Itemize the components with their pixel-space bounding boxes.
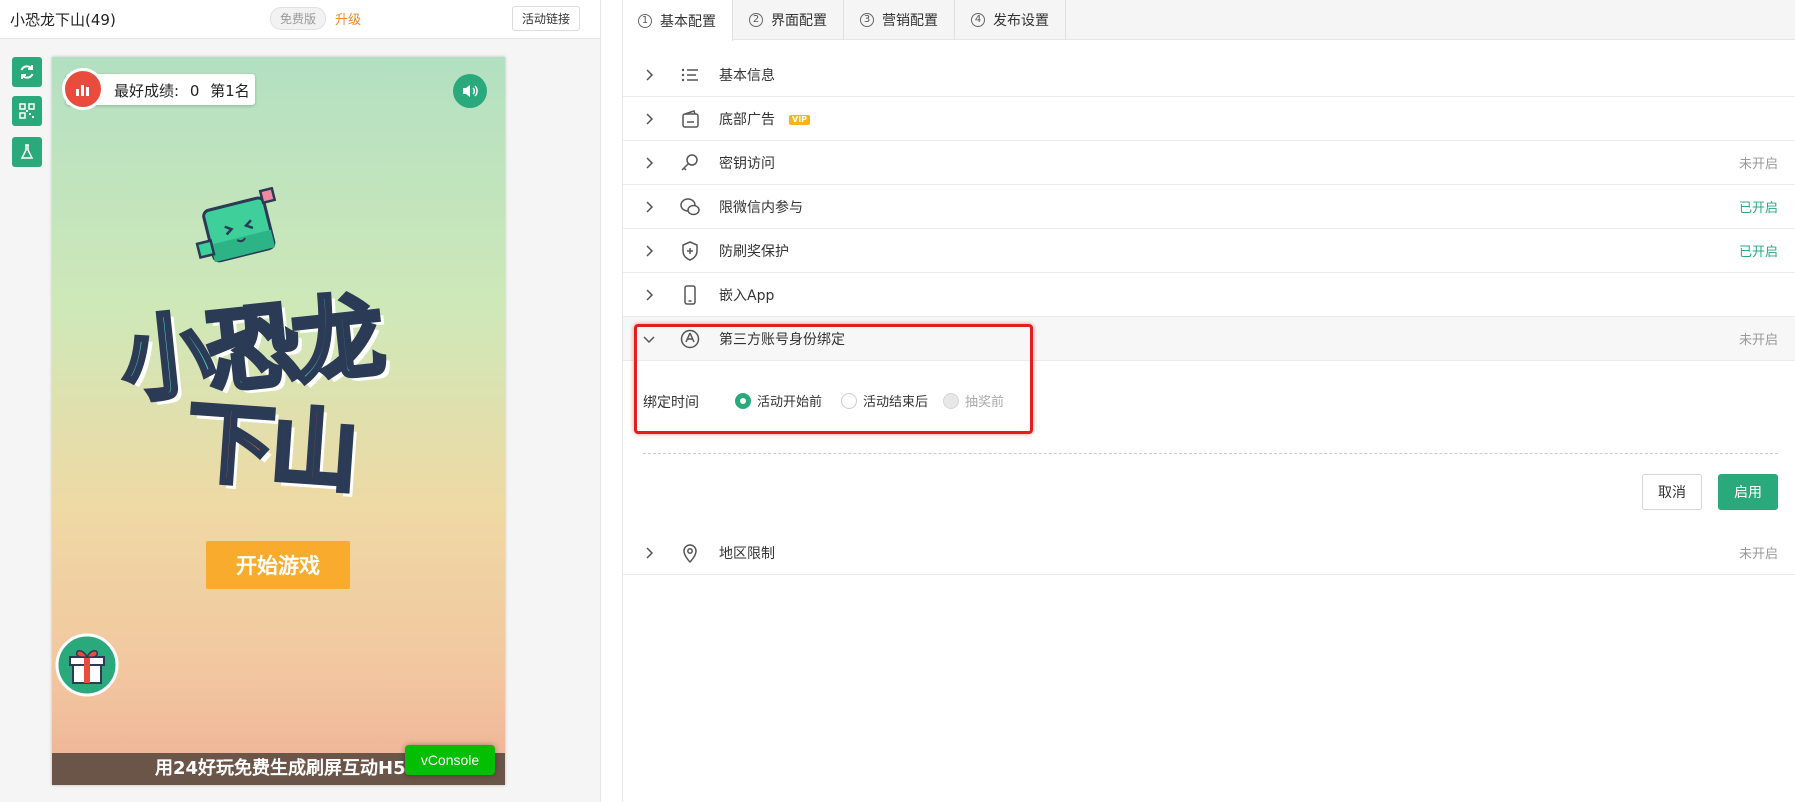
setting-label: 基本信息	[719, 67, 775, 84]
tab-number: 1	[638, 13, 652, 28]
radio-dot	[943, 392, 959, 409]
chevron-right-icon	[646, 113, 654, 125]
setting-row-basic-info[interactable]: 基本信息	[623, 53, 1795, 97]
setting-status: 已开启	[1738, 201, 1778, 216]
chevron-right-icon	[646, 289, 654, 301]
start-game-button[interactable]: 开始游戏	[206, 541, 350, 589]
gift-icon	[55, 633, 119, 697]
setting-label: 防刷奖保护	[719, 243, 789, 260]
config-panel: 1 基本配置 2 界面配置 3 营销配置 4 发布设置 基本信息 底部广告 VI…	[622, 0, 1795, 802]
tab-marketing-config[interactable]: 3 营销配置	[844, 0, 955, 40]
cancel-button[interactable]: 取消	[1642, 474, 1702, 510]
upgrade-link[interactable]: 升级	[335, 9, 361, 28]
speaker-icon	[463, 85, 478, 97]
chevron-down-icon	[643, 336, 655, 344]
list-icon	[681, 68, 698, 82]
radio-before-start[interactable]: 活动开始前	[735, 391, 822, 410]
enable-button[interactable]: 启用	[1718, 474, 1778, 510]
shield-icon	[682, 241, 698, 261]
radio-label: 活动结束后	[863, 395, 929, 410]
setting-label: 嵌入App	[719, 287, 775, 304]
setting-row-bottom-ad[interactable]: 底部广告 VIP	[623, 97, 1795, 141]
setting-label: 底部广告	[719, 111, 775, 128]
config-tabs: 1 基本配置 2 界面配置 3 营销配置 4 发布设置	[623, 0, 1795, 41]
divider	[643, 453, 1778, 454]
setting-label: 第三方账号身份绑定	[719, 331, 845, 348]
setting-row-wechat-only[interactable]: 限微信内参与 已开启	[623, 185, 1795, 229]
test-button[interactable]	[12, 137, 42, 167]
score-value: 0	[189, 82, 200, 100]
setting-label: 密钥访问	[719, 155, 775, 172]
activity-link-button[interactable]: 活动链接	[512, 6, 581, 31]
promo-text: 用24好玩免费生成刷屏互动H5	[155, 758, 406, 779]
setting-row-third-party-binding[interactable]: 第三方账号身份绑定 未开启	[623, 317, 1795, 361]
logo-line2: 下山	[181, 388, 360, 506]
chevron-right-icon	[646, 69, 654, 81]
setting-status: 未开启	[1738, 547, 1778, 562]
flask-icon	[20, 144, 34, 159]
radio-dot	[735, 392, 751, 409]
setting-row-region-limit[interactable]: 地区限制 未开启	[623, 531, 1795, 575]
score-label: 最好成绩:	[114, 82, 180, 100]
setting-row-key-access[interactable]: 密钥访问 未开启	[623, 141, 1795, 185]
setting-status: 未开启	[1738, 333, 1778, 348]
tab-number: 2	[749, 13, 763, 27]
game-preview: 最好成绩: 0 第1名 小恐龙 下山 开始游戏 用24好玩免费生成刷屏互动H5 …	[52, 57, 505, 785]
activity-title: 小恐龙下山(49)	[10, 11, 116, 29]
tab-ui-config[interactable]: 2 界面配置	[733, 0, 844, 40]
binding-settings-panel: 绑定时间 活动开始前 活动结束后 抽奖前 取消 启用	[623, 362, 1795, 532]
tab-publish-settings[interactable]: 4 发布设置	[955, 0, 1066, 40]
radio-dot	[841, 392, 857, 409]
qrcode-button[interactable]	[12, 96, 42, 126]
gift-button[interactable]	[55, 633, 119, 697]
tab-number: 3	[860, 13, 874, 27]
game-logo: 小恐龙 下山	[112, 186, 442, 527]
chevron-right-icon	[646, 547, 654, 559]
setting-label: 地区限制	[719, 545, 775, 562]
chevron-right-icon	[646, 245, 654, 257]
radio-after-end[interactable]: 活动结束后	[841, 391, 928, 410]
tab-label: 发布设置	[993, 13, 1049, 29]
preview-header: 小恐龙下山(49) 免费版 升级 活动链接	[0, 0, 600, 39]
qrcode-icon	[19, 103, 35, 119]
tab-basic-config[interactable]: 1 基本配置	[623, 0, 733, 41]
wechat-icon	[680, 198, 700, 216]
ad-icon	[682, 110, 699, 128]
best-score-text: 最好成绩: 0 第1名	[114, 80, 250, 101]
tab-label: 营销配置	[882, 13, 938, 29]
preview-panel: 小恐龙下山(49) 免费版 升级 活动链接 最好成绩: 0 第1名 小恐龙 下山…	[0, 0, 601, 802]
tab-label: 基本配置	[660, 13, 716, 30]
key-icon	[681, 154, 698, 171]
sound-button[interactable]	[453, 74, 487, 108]
chevron-right-icon	[646, 201, 654, 213]
setting-row-embed-app[interactable]: 嵌入App	[623, 273, 1795, 317]
location-icon	[683, 544, 697, 564]
refresh-button[interactable]	[12, 57, 42, 87]
tab-number: 4	[971, 13, 985, 27]
ranking-icon[interactable]	[62, 68, 104, 110]
vconsole-button[interactable]: vConsole	[405, 745, 495, 775]
chevron-right-icon	[646, 157, 654, 169]
rank-text: 第1名	[210, 82, 250, 100]
refresh-icon	[20, 65, 34, 79]
mobile-icon	[684, 285, 696, 305]
radio-label: 活动开始前	[757, 395, 823, 410]
radio-label: 抽奖前	[965, 395, 1005, 410]
setting-status: 已开启	[1738, 245, 1778, 260]
free-edition-badge: 免费版	[270, 7, 327, 30]
account-icon	[680, 329, 700, 349]
tab-label: 界面配置	[771, 13, 827, 29]
radio-before-draw: 抽奖前	[943, 391, 1004, 410]
setting-label: 限微信内参与	[719, 199, 803, 216]
vip-badge: VIP	[789, 115, 811, 125]
bind-time-label: 绑定时间	[643, 395, 699, 411]
setting-status: 未开启	[1738, 157, 1778, 172]
setting-row-anti-fraud[interactable]: 防刷奖保护 已开启	[623, 229, 1795, 273]
